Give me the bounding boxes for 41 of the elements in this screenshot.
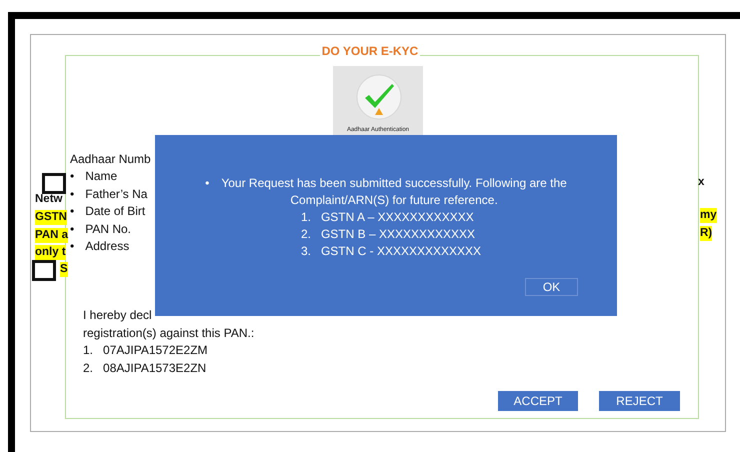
list-number: 2. — [300, 226, 311, 243]
bullet-icon: • — [70, 238, 74, 256]
fragment-text: only t — [35, 245, 66, 260]
checkbox[interactable] — [32, 260, 56, 281]
check-icon — [356, 74, 402, 120]
registration-number: 07AJIPA1572E2ZM — [103, 342, 208, 359]
bullet-icon: • — [70, 168, 74, 186]
fragment-text: x — [698, 175, 704, 190]
fragment-text: PAN a — [35, 228, 68, 243]
ok-button[interactable]: OK — [525, 278, 578, 296]
reference-text: GSTN A – XXXXXXXXXXXX — [320, 209, 474, 226]
fragment-text: S — [60, 262, 68, 277]
fragment-text: my — [700, 208, 717, 223]
detail-item: Address — [85, 238, 130, 256]
bullet-icon: • — [70, 220, 74, 238]
bullet-icon: • — [205, 175, 210, 192]
message-text: Complaint/ARN(S) for future reference. — [290, 192, 498, 209]
declaration-text: registration(s) against this PAN.: — [83, 324, 254, 342]
fragment-text: GSTN — [35, 210, 67, 225]
fragment-text: Netw — [35, 192, 62, 207]
detail-item: Name — [85, 168, 118, 186]
checkbox[interactable] — [42, 173, 66, 194]
page-title: DO YOUR E-KYC — [320, 44, 420, 58]
list-number: 1. — [83, 342, 94, 359]
reject-button[interactable]: REJECT — [599, 391, 680, 411]
list-number: 2. — [83, 360, 94, 376]
bullet-icon: • — [70, 203, 74, 221]
detail-item: Father’s Na — [85, 186, 148, 203]
detail-item: Date of Birt — [85, 203, 146, 220]
reference-text: GSTN B – XXXXXXXXXXXX — [320, 226, 476, 243]
list-number: 3. — [300, 243, 311, 260]
accept-button[interactable]: ACCEPT — [498, 391, 578, 411]
reference-text: GSTN C - XXXXXXXXXXXXX — [320, 243, 482, 260]
fragment-text: R) — [700, 226, 712, 241]
list-number: 1. — [300, 209, 311, 226]
bullet-icon: • — [70, 186, 74, 204]
detail-item: PAN No. — [85, 220, 131, 238]
details-heading: Aadhaar Numb — [70, 151, 151, 168]
registration-number: 08AJIPA1573E2ZN — [103, 360, 206, 376]
declaration-text: I hereby decl — [83, 307, 153, 324]
message-text: Your Request has been submitted successfully. Following are the — [221, 175, 567, 192]
